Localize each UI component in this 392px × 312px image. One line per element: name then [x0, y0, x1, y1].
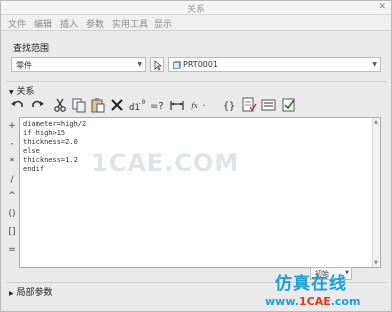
op-equals[interactable]: = [5, 245, 19, 257]
menu-display[interactable]: 显示 [154, 17, 172, 30]
local-params-toggle[interactable]: ▶ 局部参数 [9, 285, 53, 298]
operator-sidebar: + - * / ^ () [] = [5, 121, 19, 269]
chevron-down-icon: ▼ [137, 61, 142, 68]
redo-icon[interactable] [28, 96, 46, 114]
svg-text:.0: .0 [138, 99, 146, 106]
title-bar: 关系 ✕ [1, 1, 391, 15]
triangle-right-icon: ▶ [9, 290, 14, 297]
verify-icon[interactable] [240, 96, 258, 114]
cut-icon[interactable] [51, 96, 69, 114]
function-icon[interactable]: fx ▾ [190, 96, 216, 114]
chevron-down-icon: ▼ [372, 61, 377, 68]
search-scope-label: 查找范围 [13, 44, 50, 54]
model-select[interactable]: PRT0001 ▼ [168, 57, 381, 72]
show-values-icon[interactable]: d1.0 [128, 96, 146, 114]
editor-line: else [23, 147, 40, 155]
relations-toolbar: d1.0 =? fx ▾ {} [7, 95, 387, 115]
local-params-label: 局部参数 [16, 288, 53, 298]
watermark: 1CAE.COM [91, 149, 240, 177]
editor-line: thickness=1.2 [23, 156, 78, 164]
op-plus[interactable]: + [5, 121, 19, 133]
scope-type-value: 零件 [16, 61, 32, 70]
check-icon[interactable] [280, 96, 298, 114]
editor-line: diameter=high/2 [23, 120, 87, 128]
brand-chinese: 仿真在线 [275, 274, 347, 294]
menu-insert[interactable]: 插入 [60, 17, 78, 30]
model-value: PRT0001 [183, 60, 219, 69]
scope-type-select[interactable]: 零件 ▼ [11, 57, 146, 72]
relations-editor[interactable]: diameter=high/2 if high>15 thickness=2.0… [19, 117, 381, 268]
menu-bar: 文件 编辑 插入 参数 实用工具 显示 [1, 15, 391, 31]
svg-text:fx: fx [190, 102, 198, 110]
editor-line: if high>15 [23, 129, 66, 137]
svg-text:{}: {} [223, 101, 235, 112]
undo-icon[interactable] [9, 96, 27, 114]
op-brackets[interactable]: [] [5, 227, 19, 239]
close-icon[interactable]: ✕ [378, 2, 386, 12]
paste-icon[interactable] [89, 96, 107, 114]
scroll-down-icon[interactable]: ▼ [374, 260, 378, 266]
op-multiply[interactable]: * [5, 157, 19, 169]
brand-site: www.1CAE.com [265, 295, 361, 308]
relations-dialog: 关系 ✕ 文件 编辑 插入 参数 实用工具 显示 查找范围 零件 ▼ PRT00… [0, 0, 392, 312]
op-divide[interactable]: / [5, 175, 19, 187]
svg-text:=?: =? [150, 101, 164, 112]
scroll-up-icon[interactable]: ▲ [374, 119, 378, 125]
menu-parameters[interactable]: 参数 [86, 17, 104, 30]
op-parens[interactable]: () [5, 209, 19, 221]
divider [7, 81, 387, 82]
select-model-button[interactable] [150, 57, 164, 72]
equal-icon[interactable]: =? [148, 96, 166, 114]
dimension-icon[interactable] [168, 96, 186, 114]
braces-icon[interactable]: {} [220, 96, 238, 114]
part-icon [173, 61, 181, 69]
op-power[interactable]: ^ [5, 191, 19, 203]
sort-icon[interactable] [260, 96, 278, 114]
menu-edit[interactable]: 编辑 [34, 17, 52, 30]
op-minus[interactable]: - [5, 139, 19, 151]
delete-icon[interactable] [108, 96, 126, 114]
brand-watermark: 仿真在线 www.1CAE.com [265, 269, 387, 311]
window-title: 关系 [186, 5, 205, 15]
editor-line: thickness=2.0 [23, 138, 78, 146]
editor-line: endif [23, 165, 45, 173]
copy-icon[interactable] [70, 96, 88, 114]
cursor-arrow-icon [154, 60, 163, 71]
vertical-scrollbar[interactable]: ▲ ▼ [372, 118, 380, 267]
menu-file[interactable]: 文件 [8, 17, 26, 30]
menu-utilities[interactable]: 实用工具 [112, 17, 148, 30]
svg-text:▾: ▾ [203, 103, 205, 107]
